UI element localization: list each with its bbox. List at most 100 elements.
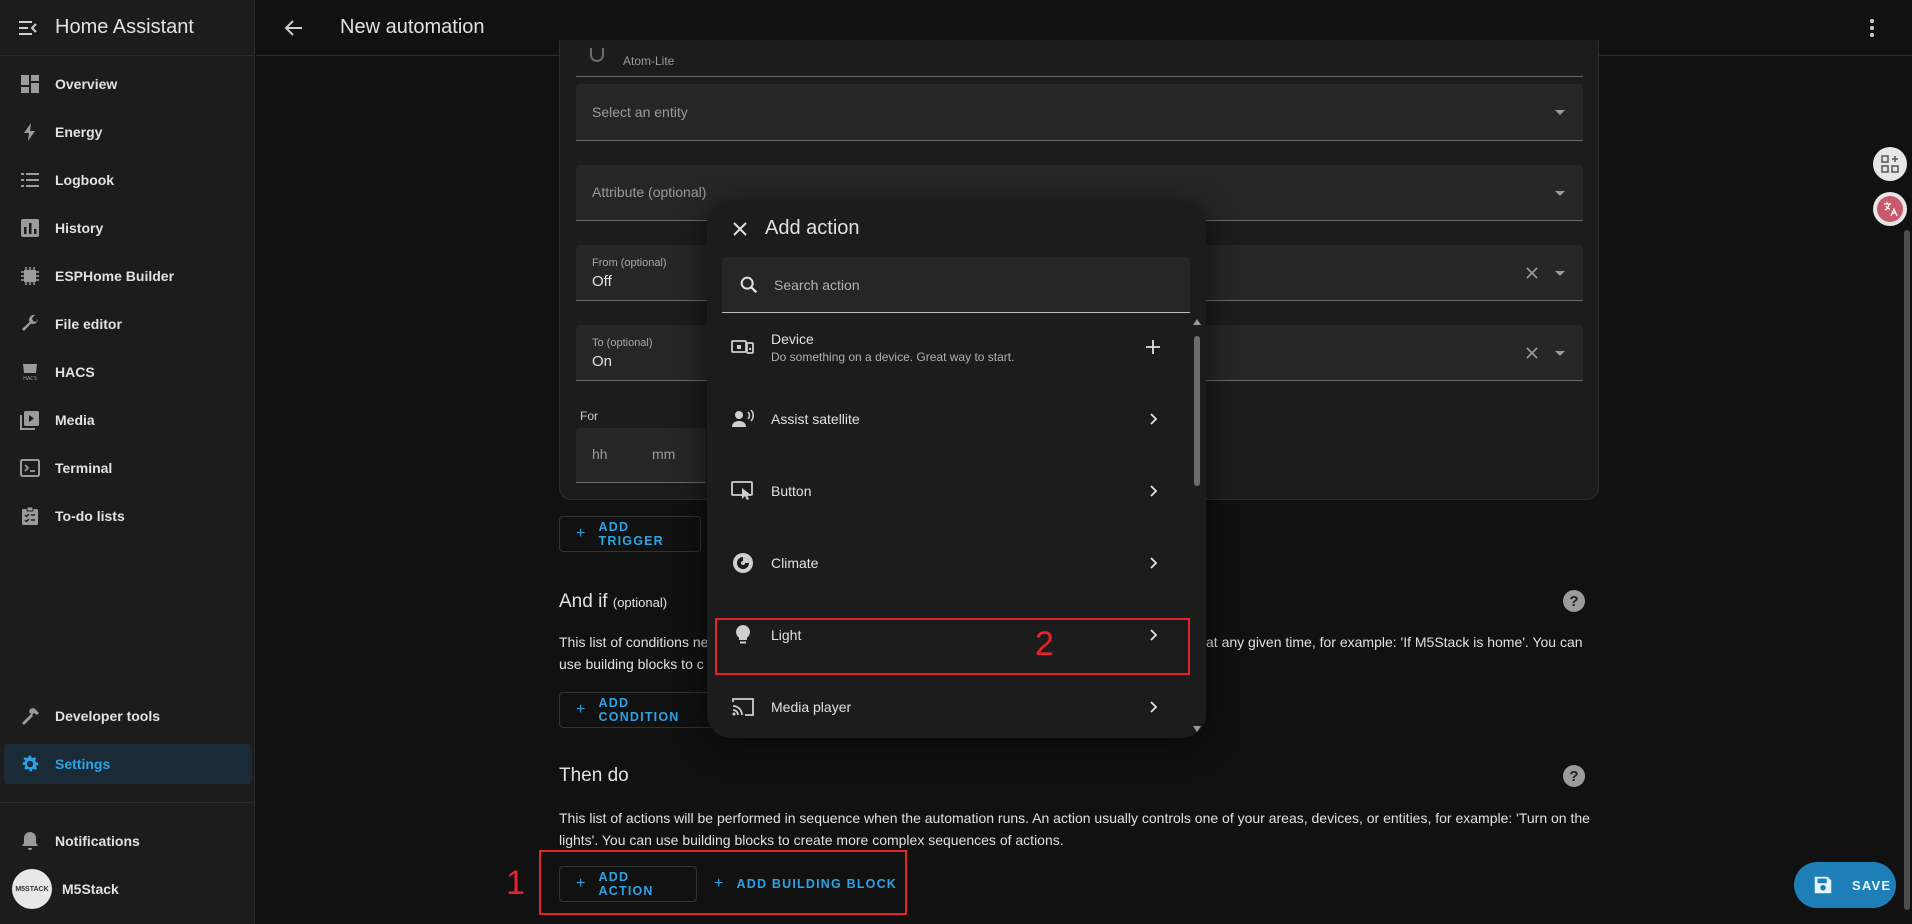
sidebar-item-label: File editor <box>55 316 122 332</box>
gear-icon <box>18 752 42 776</box>
hammer-icon <box>18 704 42 728</box>
chevron-right-icon <box>1143 409 1163 429</box>
chevron-right-icon <box>1143 553 1163 573</box>
device-subtitle: Atom-Lite <box>623 54 675 68</box>
dialog-scrollbar-thumb[interactable] <box>1194 336 1200 486</box>
action-item-name: Climate <box>771 555 819 571</box>
sidebar-item-label: To-do lists <box>55 508 125 524</box>
sidebar-header: Home Assistant <box>0 0 254 56</box>
sidebar-item-developer-tools[interactable]: Developer tools <box>4 696 252 736</box>
sidebar-item-label: History <box>55 220 104 236</box>
sidebar-item-notifications[interactable]: Notifications <box>4 821 252 861</box>
translate-icon[interactable] <box>1873 192 1907 226</box>
help-icon[interactable]: ? <box>1563 590 1585 612</box>
device-icon <box>731 335 755 359</box>
climate-icon <box>731 551 755 575</box>
action-item-climate[interactable]: Climate <box>721 539 1191 587</box>
bell-icon <box>18 829 42 853</box>
minutes-field[interactable]: mm <box>652 446 675 462</box>
and-if-title: And if <box>559 591 608 612</box>
sidebar-item-media[interactable]: Media <box>4 400 252 440</box>
help-icon[interactable]: ? <box>1563 765 1585 787</box>
sidebar-item-overview[interactable]: Overview <box>4 64 252 104</box>
sidebar-item-label: Settings <box>55 756 111 772</box>
annotation-number-1: 1 <box>506 864 525 902</box>
add-trigger-button[interactable]: + ADD TRIGGER <box>559 516 701 552</box>
close-icon[interactable] <box>728 217 752 241</box>
dialog-header: Add action <box>707 200 1206 257</box>
app-title: Home Assistant <box>55 16 194 38</box>
annotation-number-2: 2 <box>1035 625 1054 663</box>
play-icon <box>18 408 42 432</box>
sidebar-item-hacs[interactable]: HACS HACS <box>4 352 252 392</box>
sidebar-item-label: Terminal <box>55 460 113 476</box>
search-icon <box>738 274 760 296</box>
sidebar-item-esphome-builder[interactable]: ESPHome Builder <box>4 256 252 296</box>
sidebar-item-energy[interactable]: Energy <box>4 112 252 152</box>
action-item-name: Media player <box>771 699 852 715</box>
action-item-description: Do something on a device. Great way to s… <box>771 349 1015 364</box>
sidebar-item-history[interactable]: History <box>4 208 252 248</box>
from-label: From (optional) <box>592 257 667 269</box>
chevron-right-icon <box>1143 697 1163 717</box>
entity-placeholder: Select an entity <box>592 104 688 120</box>
assist-satellite-icon <box>731 407 755 431</box>
action-item-assist-satellite[interactable]: Assist satellite <box>721 395 1191 443</box>
back-arrow-icon[interactable] <box>282 16 306 40</box>
clear-icon[interactable] <box>1525 346 1539 360</box>
save-button[interactable]: SAVE <box>1794 862 1896 908</box>
sidebar-item-label: Notifications <box>55 833 140 849</box>
action-item-name: Device <box>771 330 814 347</box>
action-item-button[interactable]: Button <box>721 467 1191 515</box>
sidebar-item-label: M5Stack <box>62 881 119 897</box>
and-if-description-right: at any given time, for example: 'If M5St… <box>1206 634 1583 650</box>
page-scrollbar[interactable] <box>1904 230 1910 910</box>
page-title: New automation <box>340 16 485 38</box>
search-action-input[interactable]: Search action <box>722 257 1190 313</box>
for-label: For <box>580 409 598 423</box>
sidebar-divider <box>0 802 255 803</box>
sidebar-item-file-editor[interactable]: File editor <box>4 304 252 344</box>
sidebar-item-label: Media <box>55 412 95 428</box>
duration-input[interactable]: hh mm <box>576 428 706 483</box>
action-item-media-player[interactable]: Media player <box>721 683 1191 731</box>
add-condition-button[interactable]: + ADD CONDITION <box>559 692 719 728</box>
dashboard-icon <box>18 72 42 96</box>
hacs-icon: HACS <box>18 360 42 384</box>
annotation-box-light <box>715 618 1190 675</box>
app-root: Home Assistant Overview Energy Logbook H… <box>0 0 1912 924</box>
dropdown-caret-icon <box>1555 191 1565 196</box>
svg-text:HACS: HACS <box>23 376 37 382</box>
sidebar-item-user[interactable]: M5STACK M5Stack <box>4 869 252 909</box>
and-if-optional: (optional) <box>612 595 668 610</box>
sidebar-item-terminal[interactable]: Terminal <box>4 448 252 488</box>
sidebar-item-label: Energy <box>55 124 103 140</box>
then-do-heading: Then do <box>559 765 629 786</box>
to-label: To (optional) <box>592 337 653 349</box>
add-trigger-label: ADD TRIGGER <box>598 520 664 548</box>
sidebar-item-label: Logbook <box>55 172 115 188</box>
device-icon-partial <box>590 48 604 62</box>
action-item-device[interactable]: Device Do something on a device. Great w… <box>721 323 1191 371</box>
to-value: On <box>592 353 613 370</box>
sidebar-item-logbook[interactable]: Logbook <box>4 160 252 200</box>
apps-add-icon[interactable] <box>1873 147 1907 181</box>
cast-icon <box>731 695 755 719</box>
menu-toggle-icon[interactable] <box>16 16 40 40</box>
attribute-placeholder: Attribute (optional) <box>592 184 707 200</box>
plus-icon: + <box>576 701 587 718</box>
sidebar-item-settings[interactable]: Settings <box>4 744 252 784</box>
clipboard-icon <box>18 504 42 528</box>
wrench-icon <box>18 312 42 336</box>
action-item-name: Assist satellite <box>771 411 860 427</box>
more-vert-icon[interactable] <box>1860 16 1884 40</box>
clear-icon[interactable] <box>1525 266 1539 280</box>
sidebar-item-todo-lists[interactable]: To-do lists <box>4 496 252 536</box>
entity-select[interactable]: Select an entity <box>576 84 1583 141</box>
hours-field[interactable]: hh <box>592 446 608 462</box>
dialog-title: Add action <box>765 217 860 239</box>
sidebar-item-label: Overview <box>55 76 118 92</box>
add-condition-label: ADD CONDITION <box>598 696 680 724</box>
and-if-heading: And if (optional) <box>559 591 667 613</box>
button-icon <box>731 479 755 503</box>
